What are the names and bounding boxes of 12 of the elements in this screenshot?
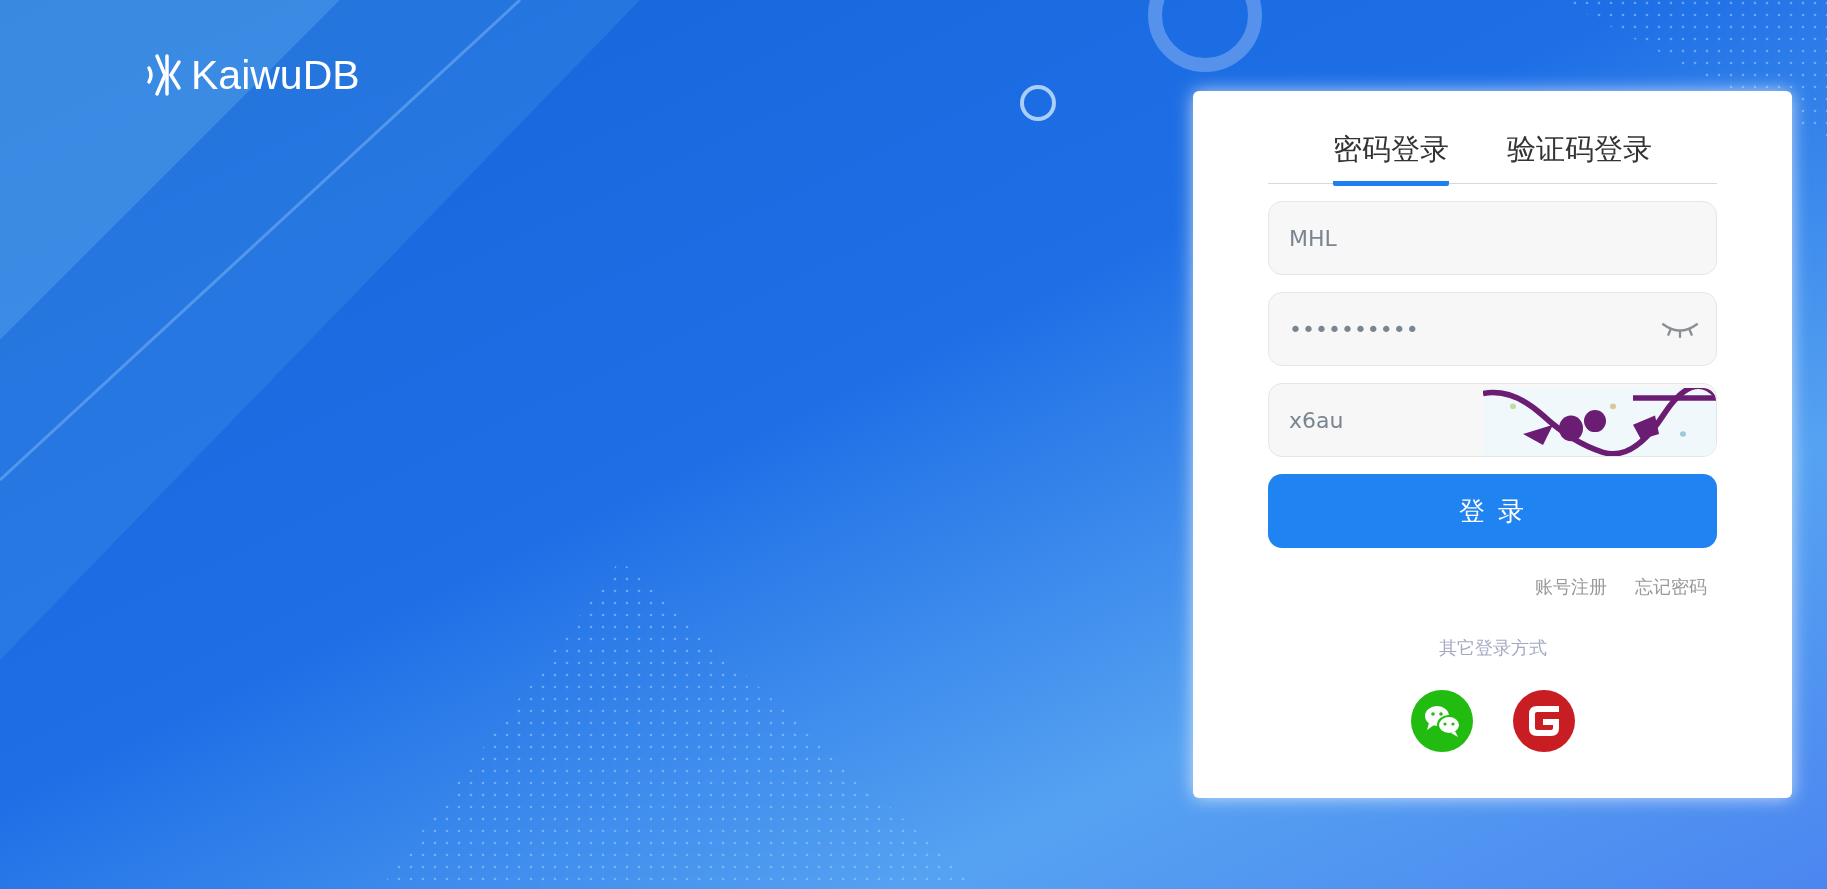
text-link[interactable]: 忘记密码 <box>1635 575 1707 599</box>
text-link[interactable]: 账号注册 <box>1535 575 1607 599</box>
chat-bubbles-icon[interactable] <box>1410 690 1473 752</box>
logo-text: KaiwuDB <box>191 52 360 98</box>
login-tab[interactable]: 验证码登录 <box>1507 129 1652 186</box>
g-mark-icon[interactable] <box>1512 690 1575 752</box>
username-field[interactable]: MHL <box>1268 201 1717 275</box>
password-field[interactable]: •••••••••• <box>1268 292 1717 366</box>
login-tab[interactable]: 密码登录 <box>1333 129 1449 186</box>
other-login-label: 其它登录方式 <box>1437 636 1548 660</box>
login-button[interactable]: 登 录 <box>1268 474 1717 548</box>
closed-eye-icon[interactable] <box>1661 321 1699 338</box>
